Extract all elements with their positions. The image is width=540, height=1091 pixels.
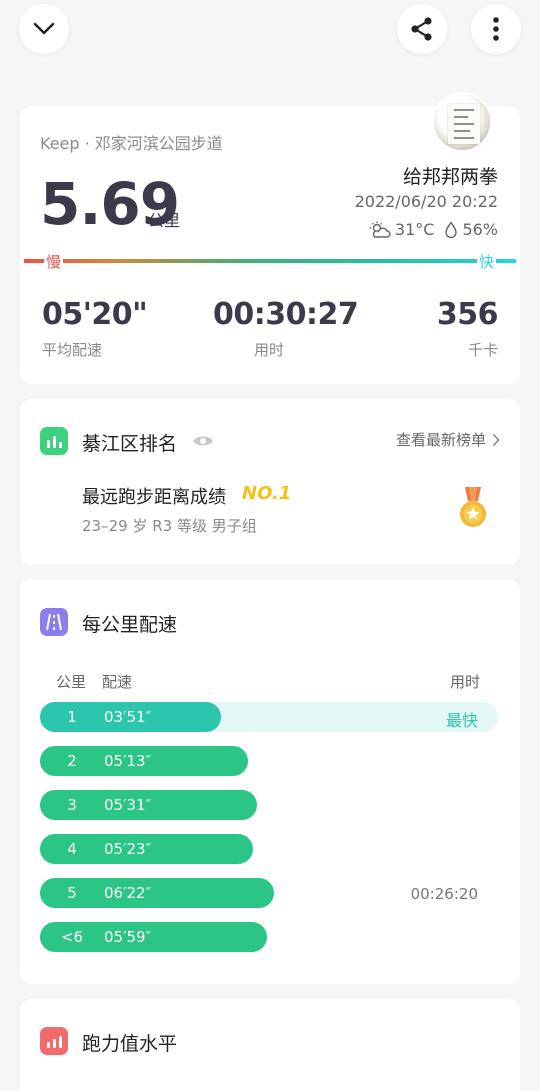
- share-button[interactable]: [397, 4, 447, 54]
- duration-label: 用时: [254, 341, 285, 359]
- calories-label: 千卡: [467, 341, 498, 359]
- chevron-right-icon: [492, 433, 500, 446]
- avg-pace-value: 05'20": [42, 297, 148, 332]
- back-button[interactable]: [19, 4, 69, 54]
- duration-value: 00:30:27: [213, 297, 359, 332]
- split-km: 2: [67, 752, 77, 770]
- running-level-title: 跑力值水平: [82, 1033, 178, 1055]
- ranking-card[interactable]: 綦江区排名 查看最新榜单 最远跑步距离成绩 NO.1 23–29 岁 R3 等级…: [20, 399, 520, 565]
- gold-medal-icon: [460, 487, 486, 527]
- col-km-header: 公里: [56, 673, 87, 691]
- temperature: 31°C: [394, 220, 435, 239]
- avatar[interactable]: [432, 92, 492, 152]
- split-pace: 05′59″: [104, 928, 152, 946]
- run-summary-card: Keep · 邓家河滨公园步道 5.69 公里 给邦邦两拳 2022/06/20…: [20, 92, 520, 384]
- split-pace: 06′22″: [104, 884, 152, 902]
- calories-value: 356: [436, 297, 499, 332]
- split-pace: 05′23″: [104, 840, 152, 858]
- pace-slow-label: 慢: [44, 251, 64, 272]
- split-km: 3: [67, 796, 77, 814]
- level-chart-icon: [40, 1027, 68, 1055]
- rank-badge: NO.1: [242, 483, 292, 504]
- split-km: 1: [67, 708, 77, 726]
- split-row: 4 05′23″: [40, 834, 498, 864]
- avg-pace-label: 平均配速: [42, 341, 103, 359]
- splits-title: 每公里配速: [82, 614, 178, 636]
- split-km: <6: [60, 928, 84, 946]
- ranking-title: 綦江区排名: [82, 433, 178, 455]
- run-source-location: Keep · 邓家河滨公园步道: [40, 134, 223, 153]
- split-pace: 05′31″: [104, 796, 152, 814]
- eye-icon[interactable]: [192, 434, 214, 448]
- split-row: 3 05′31″: [40, 790, 498, 820]
- partly-cloudy-icon: [369, 221, 391, 238]
- cumulative-time: 00:26:20: [410, 885, 478, 903]
- col-pace-header: 配速: [102, 673, 133, 691]
- share-icon: [411, 17, 432, 41]
- split-km: 4: [67, 840, 77, 858]
- run-datetime: 2022/06/20 20:22: [354, 192, 498, 211]
- fastest-label: 最快: [445, 711, 478, 730]
- chevron-down-icon: [33, 22, 55, 35]
- split-pace: 03′51″: [104, 708, 152, 726]
- distance-unit: 公里: [148, 211, 181, 230]
- more-button[interactable]: [471, 4, 521, 54]
- age-group-text: 23–29 岁 R3 等级 男子组: [82, 517, 257, 535]
- running-level-card[interactable]: 跑力值水平: [20, 999, 520, 1091]
- view-latest-ranking-label: 查看最新榜单: [395, 431, 486, 449]
- split-row: 2 05′13″: [40, 746, 498, 776]
- humidity: 56%: [462, 220, 498, 239]
- pace-gradient-bar: [24, 259, 516, 263]
- weather-info: 31°C 56%: [369, 220, 498, 239]
- split-row: <6 05′59″: [40, 922, 498, 952]
- per-km-pace-card: 每公里配速 公里 配速 用时 1 03′51″ 最快 2 05′13″ 3 05′31″ 4 0…: [20, 579, 520, 984]
- view-latest-ranking-link[interactable]: 查看最新榜单: [396, 429, 500, 450]
- more-vertical-icon: [493, 17, 499, 41]
- split-km: 5: [67, 884, 77, 902]
- achievement-text: 最远跑步距离成绩: [82, 487, 226, 508]
- road-icon: [40, 608, 68, 636]
- col-time-header: 用时: [449, 673, 480, 691]
- split-row: 1 03′51″ 最快: [40, 702, 498, 732]
- droplet-icon: [445, 220, 458, 238]
- bar-chart-icon: [40, 427, 68, 455]
- user-name[interactable]: 给邦邦两拳: [403, 162, 498, 189]
- pace-fast-label: 快: [476, 251, 496, 272]
- split-pace: 05′13″: [104, 752, 152, 770]
